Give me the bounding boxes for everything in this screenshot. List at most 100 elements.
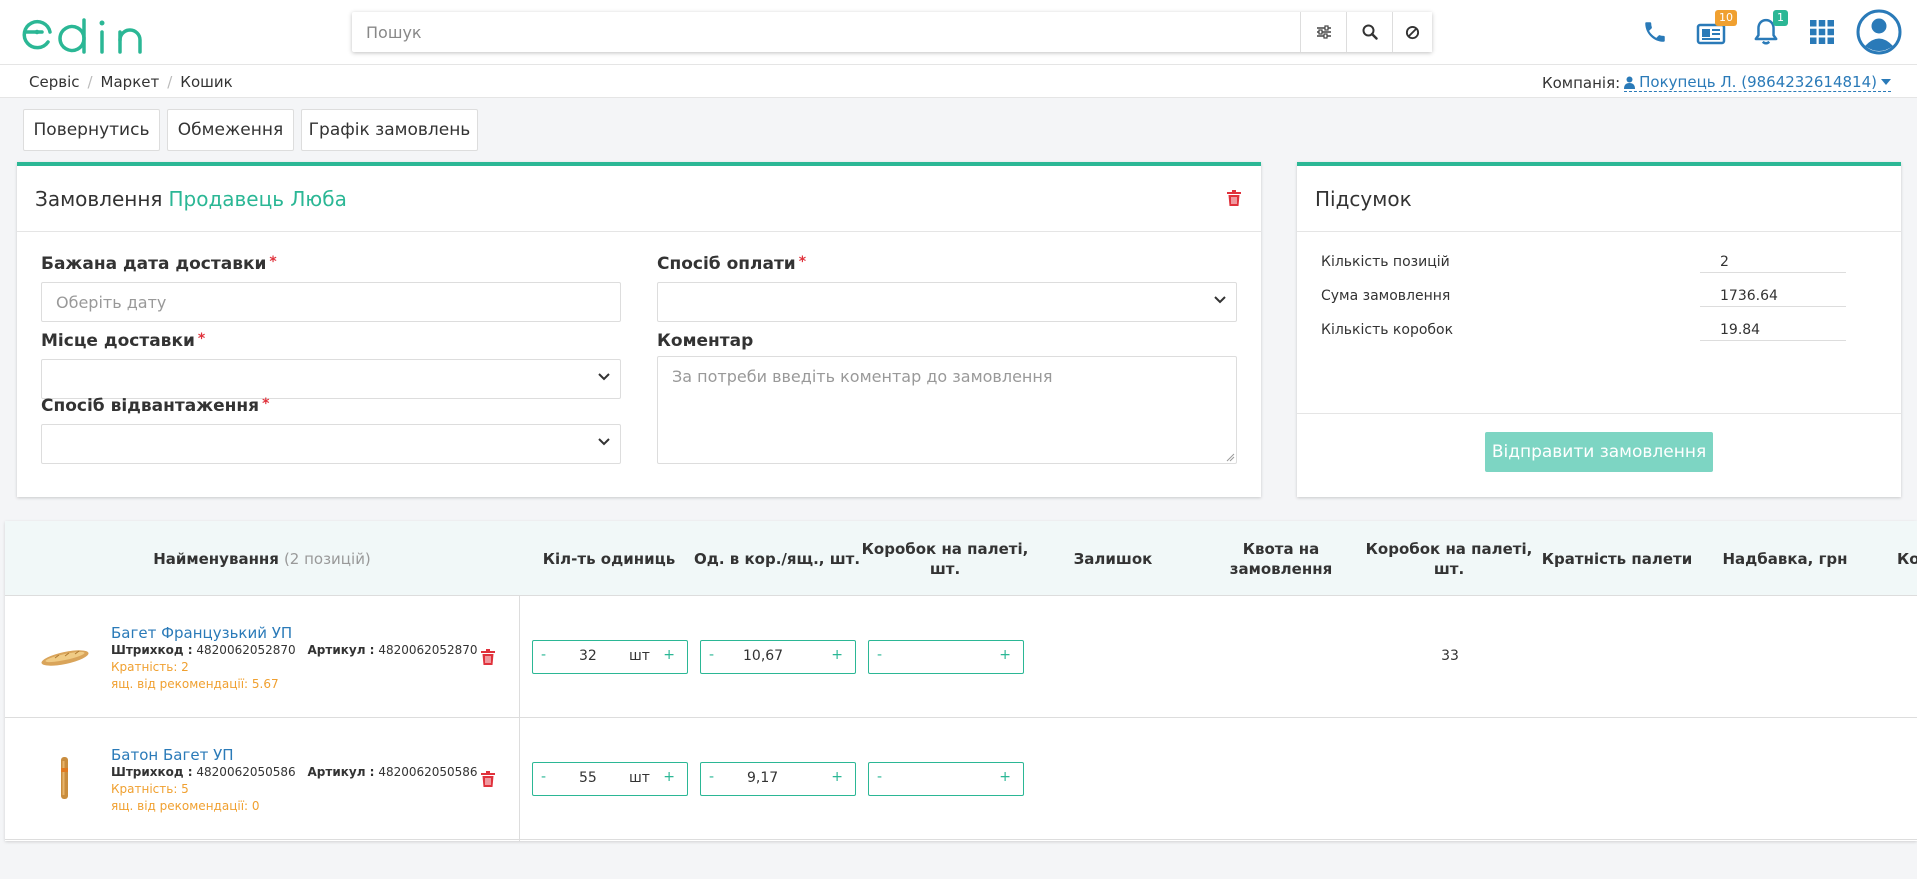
decrement-button[interactable]: -: [877, 647, 882, 663]
user-menu-button[interactable]: [1855, 8, 1903, 56]
chevron-down-icon: [598, 373, 610, 381]
column-header-per-box[interactable]: Од. в кор./ящ., шт.: [693, 521, 861, 596]
decrement-button[interactable]: -: [709, 647, 714, 663]
qty-value[interactable]: 32: [579, 648, 597, 664]
per-box-value[interactable]: 10,67: [743, 648, 783, 664]
decrement-button[interactable]: -: [877, 769, 882, 785]
boxes-stepper[interactable]: - +: [868, 640, 1024, 674]
increment-button[interactable]: +: [663, 769, 675, 785]
increment-button[interactable]: +: [663, 647, 675, 663]
column-header-pallet-boxes[interactable]: Коробок на палеті, шт.: [861, 521, 1029, 596]
increment-button[interactable]: +: [831, 647, 843, 663]
breadcrumb-service[interactable]: Сервіс: [29, 73, 79, 91]
increment-button[interactable]: +: [831, 769, 843, 785]
summary-positions-label: Кількість позицій: [1321, 254, 1450, 270]
trash-icon[interactable]: [1227, 190, 1241, 206]
submit-order-button[interactable]: Відправити замовлення: [1485, 432, 1713, 472]
order-schedule-button[interactable]: Графік замовлень: [301, 109, 478, 151]
shipment-method-select[interactable]: [41, 424, 621, 464]
breadcrumb-separator: /: [167, 73, 173, 91]
per-box-stepper[interactable]: - 10,67 +: [700, 640, 856, 674]
notifications-badge: 1: [1773, 10, 1788, 26]
decrement-button[interactable]: -: [541, 647, 546, 663]
product-image-baguette: [41, 650, 89, 666]
comment-textarea[interactable]: За потреби введіть коментар до замовленн…: [657, 356, 1237, 464]
back-button[interactable]: Повернутись: [23, 109, 160, 151]
per-box-stepper[interactable]: - 9,17 +: [700, 762, 856, 796]
column-header-markup[interactable]: Надбавка, грн: [1701, 521, 1869, 596]
column-header-qty[interactable]: Кіл-ть одиниць: [525, 521, 693, 596]
seller-name: Продавець Люба: [168, 186, 347, 211]
sliders-icon: [1316, 25, 1331, 39]
product-multiplicity: Кратність: 2: [111, 660, 189, 674]
qty-stepper[interactable]: - 55 шт +: [532, 762, 688, 796]
search-button[interactable]: [1346, 12, 1392, 52]
clear-search-button[interactable]: [1392, 12, 1432, 52]
breadcrumb-cart: Кошик: [180, 73, 233, 91]
summary-header: Підсумок: [1297, 166, 1901, 232]
qty-unit: шт: [629, 648, 650, 664]
summary-positions-value: 2: [1700, 254, 1846, 273]
table-row: Багет Французький УП Штрихкод : 48200620…: [5, 596, 1917, 718]
column-header-pallet-multiplicity[interactable]: Кратність палети: [1533, 521, 1701, 596]
product-codes: Штрихкод : 4820062050586 Артикул : 48200…: [111, 765, 478, 779]
order-panel-header: Замовлення Продавець Люба: [17, 166, 1261, 232]
column-header-name[interactable]: Найменування (2 позицій): [5, 521, 519, 596]
company-dropdown[interactable]: Покупець Л. (9864232614814): [1624, 73, 1891, 92]
column-header-pallet-boxes-2[interactable]: Коробок на палеті, шт.: [1365, 521, 1533, 596]
phone-button[interactable]: [1635, 12, 1675, 52]
product-multiplicity: Кратність: 5: [111, 782, 189, 796]
notifications-button[interactable]: 1: [1746, 10, 1788, 52]
per-box-value[interactable]: 9,17: [747, 770, 778, 786]
breadcrumb: Сервіс / Маркет / Кошик: [29, 73, 233, 91]
summary-total-label: Сума замовлення: [1321, 288, 1451, 304]
column-header-quota[interactable]: Квота на замовлення: [1197, 521, 1365, 596]
company-selector: Компанія: Покупець Л. (9864232614814): [1542, 73, 1891, 92]
user-avatar-icon: [1856, 9, 1902, 55]
product-name-link[interactable]: Багет Французький УП: [111, 624, 292, 642]
product-image-baton: [61, 757, 68, 799]
search-filter-button[interactable]: [1300, 12, 1346, 52]
caret-down-icon: [1881, 79, 1891, 85]
decrement-button[interactable]: -: [541, 769, 546, 785]
documents-badge: 10: [1715, 10, 1737, 26]
decrement-button[interactable]: -: [709, 769, 714, 785]
edin-logo[interactable]: [20, 12, 160, 56]
pallet-boxes-value: 33: [1441, 648, 1459, 664]
summary-title: Підсумок: [1315, 186, 1412, 211]
company-label: Компанія:: [1541, 73, 1621, 92]
breadcrumb-market[interactable]: Маркет: [101, 73, 160, 91]
search-bar: [352, 12, 1432, 52]
cart-table: Найменування (2 позицій) Кіл-ть одиниць О…: [5, 521, 1917, 841]
column-header-remainder[interactable]: Залишок: [1029, 521, 1197, 596]
resize-handle-icon: [1226, 453, 1235, 462]
documents-button[interactable]: 10: [1691, 10, 1737, 52]
qty-value[interactable]: 55: [579, 770, 597, 786]
order-panel: Замовлення Продавець Люба Бажана дата до…: [17, 162, 1261, 497]
delivery-date-field[interactable]: Оберіть дату: [41, 282, 621, 322]
summary-total-value: 1736.64: [1700, 288, 1846, 307]
boxes-stepper[interactable]: - +: [868, 762, 1024, 796]
delivery-place-select[interactable]: [41, 359, 621, 399]
trash-icon[interactable]: [480, 649, 496, 665]
increment-button[interactable]: +: [999, 769, 1011, 785]
payment-method-label: Спосіб оплати *: [657, 254, 807, 274]
increment-button[interactable]: +: [999, 647, 1011, 663]
product-name-link[interactable]: Батон Багет УП: [111, 746, 234, 764]
limits-button[interactable]: Обмеження: [167, 109, 294, 151]
product-recommendation: ящ. від рекомендації: 5.67: [111, 677, 279, 691]
chevron-down-icon: [598, 438, 610, 446]
trash-icon[interactable]: [480, 771, 496, 787]
qty-stepper[interactable]: - 32 шт +: [532, 640, 688, 674]
summary-boxes-label: Кількість коробок: [1321, 322, 1454, 338]
summary-boxes-value: 19.84: [1700, 322, 1846, 341]
payment-method-select[interactable]: [657, 282, 1237, 322]
apps-button[interactable]: [1802, 12, 1842, 52]
chevron-down-icon: [1214, 296, 1226, 304]
column-header-cut[interactable]: Ко: [1869, 521, 1917, 596]
order-title: Замовлення: [35, 186, 163, 211]
breadcrumb-bar: Сервіс / Маркет / Кошик Компанія: Покупе…: [0, 64, 1917, 98]
product-codes: Штрихкод : 4820062052870 Артикул : 48200…: [111, 643, 478, 657]
search-input[interactable]: [352, 12, 1300, 52]
company-name: Покупець Л. (9864232614814): [1639, 73, 1877, 91]
